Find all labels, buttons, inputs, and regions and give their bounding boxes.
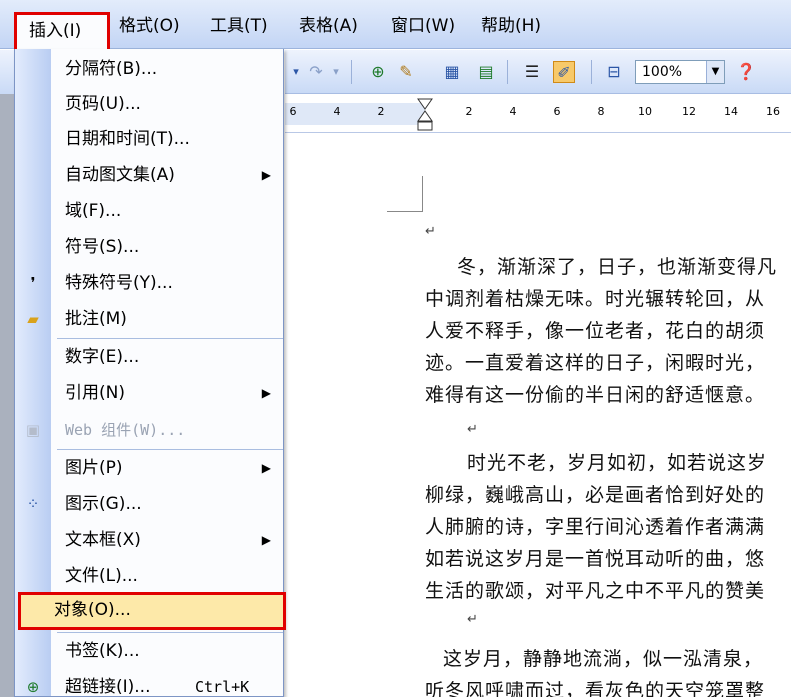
menu-item-autotext[interactable]: 自动图文集(A) ▶ — [15, 157, 283, 193]
text-line: 时光不老，岁月如初，如若说这岁 — [467, 452, 768, 474]
text-line: 如若说这岁月是一首悦耳动听的曲，悠 — [425, 548, 766, 570]
ruler-tick: 4 — [333, 105, 341, 118]
menu-item-bookmark[interactable]: 书签(K)... — [15, 633, 283, 669]
zoom-select[interactable]: 100% ▼ — [635, 60, 725, 84]
insert-hyperlink-icon[interactable]: ⊕ — [367, 61, 389, 83]
text-line: 这岁月，静静地流淌，似一泓清泉， — [443, 648, 764, 670]
ruler-tick: 16 — [766, 105, 780, 118]
undo-dropdown-icon[interactable]: ▾ — [285, 61, 307, 83]
menu-item-text-box[interactable]: 文本框(X) ▶ — [15, 522, 283, 558]
document-map-icon[interactable]: ⊟ — [603, 61, 625, 83]
ruler-tick: 6 — [289, 105, 297, 118]
redo-icon[interactable]: ↷ — [305, 61, 327, 83]
insert-excel-sheet-icon[interactable]: ▤ — [475, 61, 497, 83]
document-page[interactable]: ↵ 冬，渐渐深了，日子，也渐渐变得凡 中调剂着枯燥无味。时光辗转轮回，从 人爱不… — [285, 134, 791, 697]
submenu-arrow-icon: ▶ — [261, 386, 271, 400]
ruler-tick: 2 — [377, 105, 385, 118]
paragraph-mark-icon: ↵ — [425, 224, 436, 239]
insert-menu-dropdown: 分隔符(B)... 页码(U)... 日期和时间(T)... 自动图文集(A) ▶… — [14, 49, 286, 697]
menu-item-page-numbers[interactable]: 页码(U)... — [15, 86, 283, 122]
menu-item-date-time[interactable]: 日期和时间(T)... — [15, 121, 283, 157]
text-line: 中调剂着枯燥无味。时光辗转轮回，从 — [425, 288, 766, 310]
redo-dropdown-icon[interactable]: ▾ — [325, 61, 347, 83]
page-corner-mark — [387, 176, 423, 212]
menu-window[interactable]: 窗口(W) — [391, 14, 455, 38]
menu-item-reference[interactable]: 引用(N) ▶ — [15, 375, 283, 411]
ruler-tick: 4 — [509, 105, 517, 118]
menu-item-special-symbol[interactable]: ❜ 特殊符号(Y)... — [15, 265, 283, 301]
menu-item-file[interactable]: 文件(L)... — [15, 558, 283, 594]
columns-icon[interactable]: ☰ — [521, 61, 543, 83]
horizontal-ruler: 6 4 2 2 4 6 8 10 12 14 16 — [285, 97, 791, 133]
ruler-tick: 2 — [465, 105, 473, 118]
menu-tools[interactable]: 工具(T) — [210, 14, 268, 38]
chevron-down-icon[interactable]: ▼ — [706, 61, 724, 83]
text-line: 人肺腑的诗，字里行间沁透着作者满满 — [425, 516, 766, 538]
ruler-tick: 12 — [682, 105, 696, 118]
toolbar-separator — [351, 60, 352, 84]
help-icon[interactable]: ❓ — [735, 61, 757, 83]
comment-icon: ▰ — [27, 310, 39, 328]
submenu-arrow-icon: ▶ — [261, 533, 271, 547]
text-line: 听冬风呼啸而过，看灰色的天空笼罩整 — [425, 680, 766, 697]
toolbar-separator — [507, 60, 508, 84]
text-line: 迹。一直爱着这样的日子，闲暇时光， — [425, 352, 766, 374]
menu-bar: 插入(I) 格式(O) 工具(T) 表格(A) 窗口(W) 帮助(H) — [0, 0, 791, 50]
standard-toolbar: ▾ ↷ ▾ ⊕ ✎ ▦ ▤ ☰ ✐ ⊟ 100% ▼ ❓ — [285, 50, 791, 94]
menu-format[interactable]: 格式(O) — [119, 14, 180, 38]
diagram-icon: ⁘ — [26, 495, 40, 513]
special-symbol-icon: ❜ — [30, 274, 36, 292]
menu-item-object[interactable]: 对象(O)... — [18, 592, 286, 630]
text-line: 柳绿，巍峨高山，必是画者恰到好处的 — [425, 484, 766, 506]
text-line: 难得有这一份偷的半日闲的舒适惬意。 — [425, 384, 766, 406]
menu-item-picture[interactable]: 图片(P) ▶ — [15, 450, 283, 486]
menu-item-symbol[interactable]: 符号(S)... — [15, 229, 283, 265]
drawing-toolbar-icon[interactable]: ✐ — [553, 61, 575, 83]
menu-table[interactable]: 表格(A) — [299, 14, 358, 38]
ruler-tick: 10 — [638, 105, 652, 118]
menu-item-hyperlink[interactable]: ⊕ 超链接(I)... Ctrl+K — [15, 669, 283, 697]
text-line: 生活的歌颂，对平凡之中不平凡的赞美 — [425, 580, 766, 602]
zoom-value: 100% — [642, 64, 683, 80]
menu-item-break[interactable]: 分隔符(B)... — [15, 51, 283, 87]
ruler-tick: 6 — [553, 105, 561, 118]
toolbar-separator — [591, 60, 592, 84]
submenu-arrow-icon: ▶ — [261, 461, 271, 475]
menu-item-number[interactable]: 数字(E)... — [15, 339, 283, 375]
indent-marker-icon[interactable] — [415, 97, 435, 133]
menu-item-diagram[interactable]: ⁘ 图示(G)... — [15, 486, 283, 522]
ruler-tick: 14 — [724, 105, 738, 118]
submenu-arrow-icon: ▶ — [261, 168, 271, 182]
paragraph-mark-icon: ↵ — [467, 612, 478, 627]
menu-item-comment[interactable]: ▰ 批注(M) — [15, 301, 283, 337]
web-component-icon: ▣ — [25, 421, 41, 439]
insert-table-icon[interactable]: ▦ — [441, 61, 463, 83]
ruler-tick: 8 — [597, 105, 605, 118]
paragraph-mark-icon: ↵ — [467, 422, 478, 437]
drawing-pencil-icon[interactable]: ✎ — [395, 61, 417, 83]
text-line: 人爱不释手，像一位老者，花白的胡须 — [425, 320, 766, 342]
menu-item-web-component[interactable]: ▣ Web 组件(W)... — [15, 412, 283, 448]
menu-help[interactable]: 帮助(H) — [481, 14, 541, 38]
hyperlink-globe-icon: ⊕ — [26, 678, 40, 696]
text-line: 冬，渐渐深了，日子，也渐渐变得凡 — [457, 256, 778, 278]
menu-insert[interactable]: 插入(I) — [14, 12, 110, 50]
shortcut-text: Ctrl+K — [195, 678, 250, 696]
menu-item-field[interactable]: 域(F)... — [15, 193, 283, 229]
